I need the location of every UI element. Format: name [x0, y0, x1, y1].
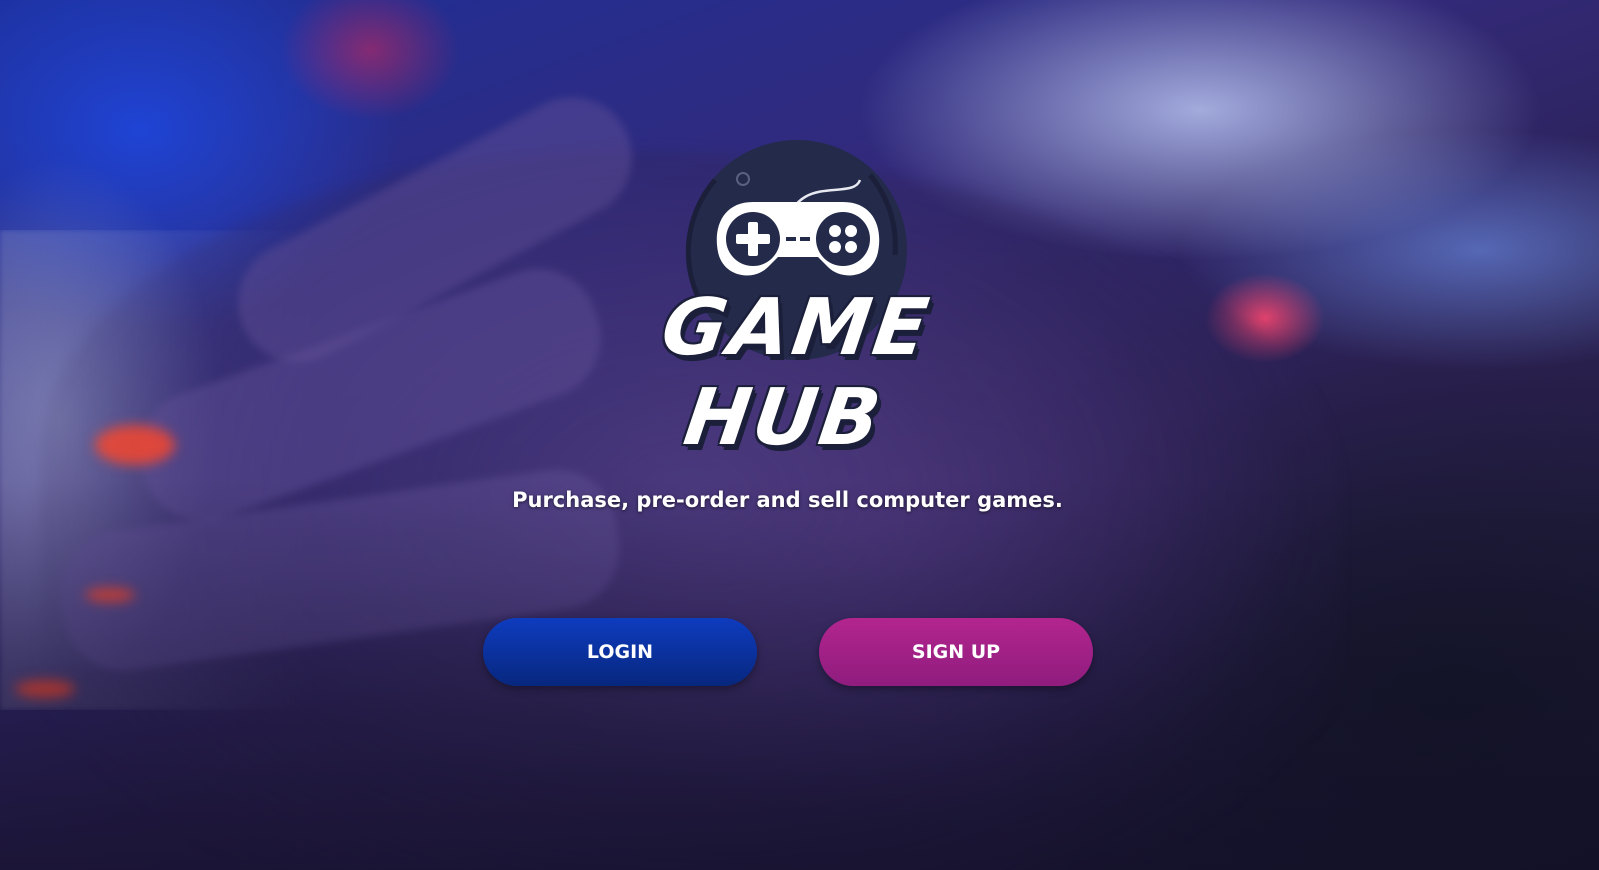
- gamepad-icon: [716, 202, 880, 276]
- login-button[interactable]: LOGIN: [483, 618, 757, 686]
- landing-page: GAME HUB Purchase, pre-order and sell co…: [0, 0, 1599, 870]
- tagline: Purchase, pre-order and sell computer ga…: [512, 488, 1063, 512]
- signup-button[interactable]: SIGN UP: [819, 618, 1093, 686]
- logo-wordmark: GAME HUB: [656, 283, 937, 463]
- game-hub-logo: GAME HUB: [565, 135, 1015, 463]
